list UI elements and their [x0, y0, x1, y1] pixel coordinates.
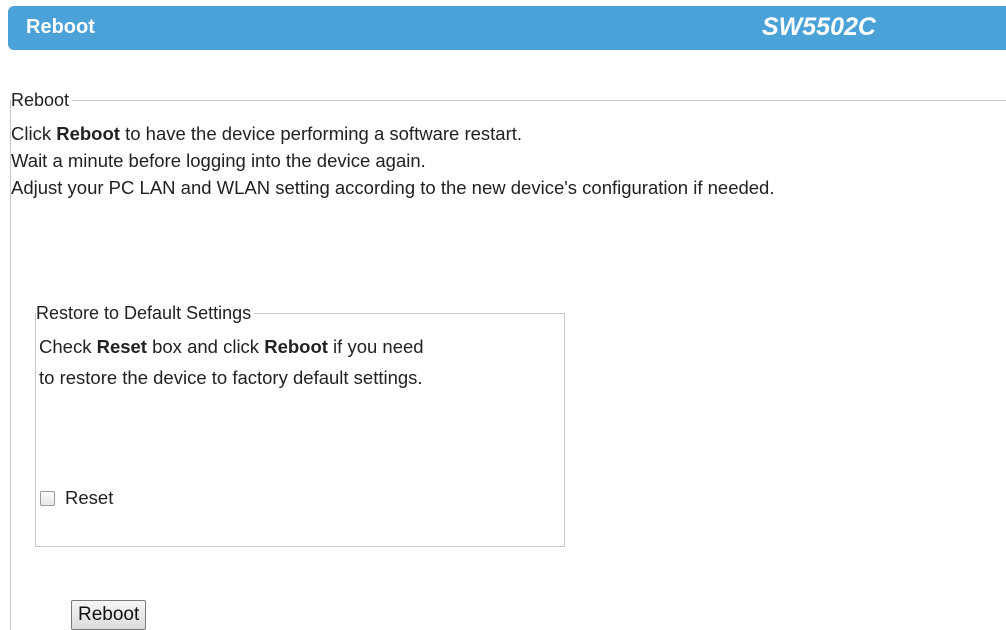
instruction-text: Check: [39, 336, 97, 357]
page-title: Reboot: [26, 16, 95, 38]
instruction-bold-reboot: Reboot: [264, 336, 328, 357]
restore-defaults-legend: Restore to Default Settings: [36, 303, 252, 323]
instruction-text: to have the device performing a software…: [119, 123, 523, 144]
reboot-instruction-3: Adjust your PC LAN and WLAN setting acco…: [11, 177, 775, 198]
instruction-text: Click: [11, 123, 57, 144]
reboot-button[interactable]: Reboot: [71, 600, 147, 630]
reset-option[interactable]: Reset: [40, 487, 113, 509]
device-model: SW5502C: [762, 13, 876, 41]
instruction-text: box and click: [146, 336, 265, 357]
reboot-instruction-2: Wait a minute before logging into the de…: [11, 150, 426, 171]
instruction-bold-reboot: Reboot: [56, 123, 120, 144]
reboot-legend: Reboot: [11, 90, 70, 110]
restore-instruction-1: Check Reset box and click Reboot if you …: [39, 336, 424, 358]
reset-label: Reset: [65, 487, 114, 508]
instruction-text: if you need: [327, 336, 424, 357]
restore-defaults-fieldset: Restore to Default Settings Check Reset …: [35, 303, 565, 547]
reboot-instruction-1: Click Reboot to have the device performi…: [11, 123, 522, 145]
reboot-fieldset: Reboot Click Reboot to have the device p…: [10, 90, 1006, 630]
instruction-bold-reset: Reset: [96, 336, 147, 357]
restore-instruction-2: to restore the device to factory default…: [39, 367, 423, 388]
reset-checkbox[interactable]: [40, 490, 55, 506]
page-header: Reboot SW5502C: [8, 6, 1006, 50]
